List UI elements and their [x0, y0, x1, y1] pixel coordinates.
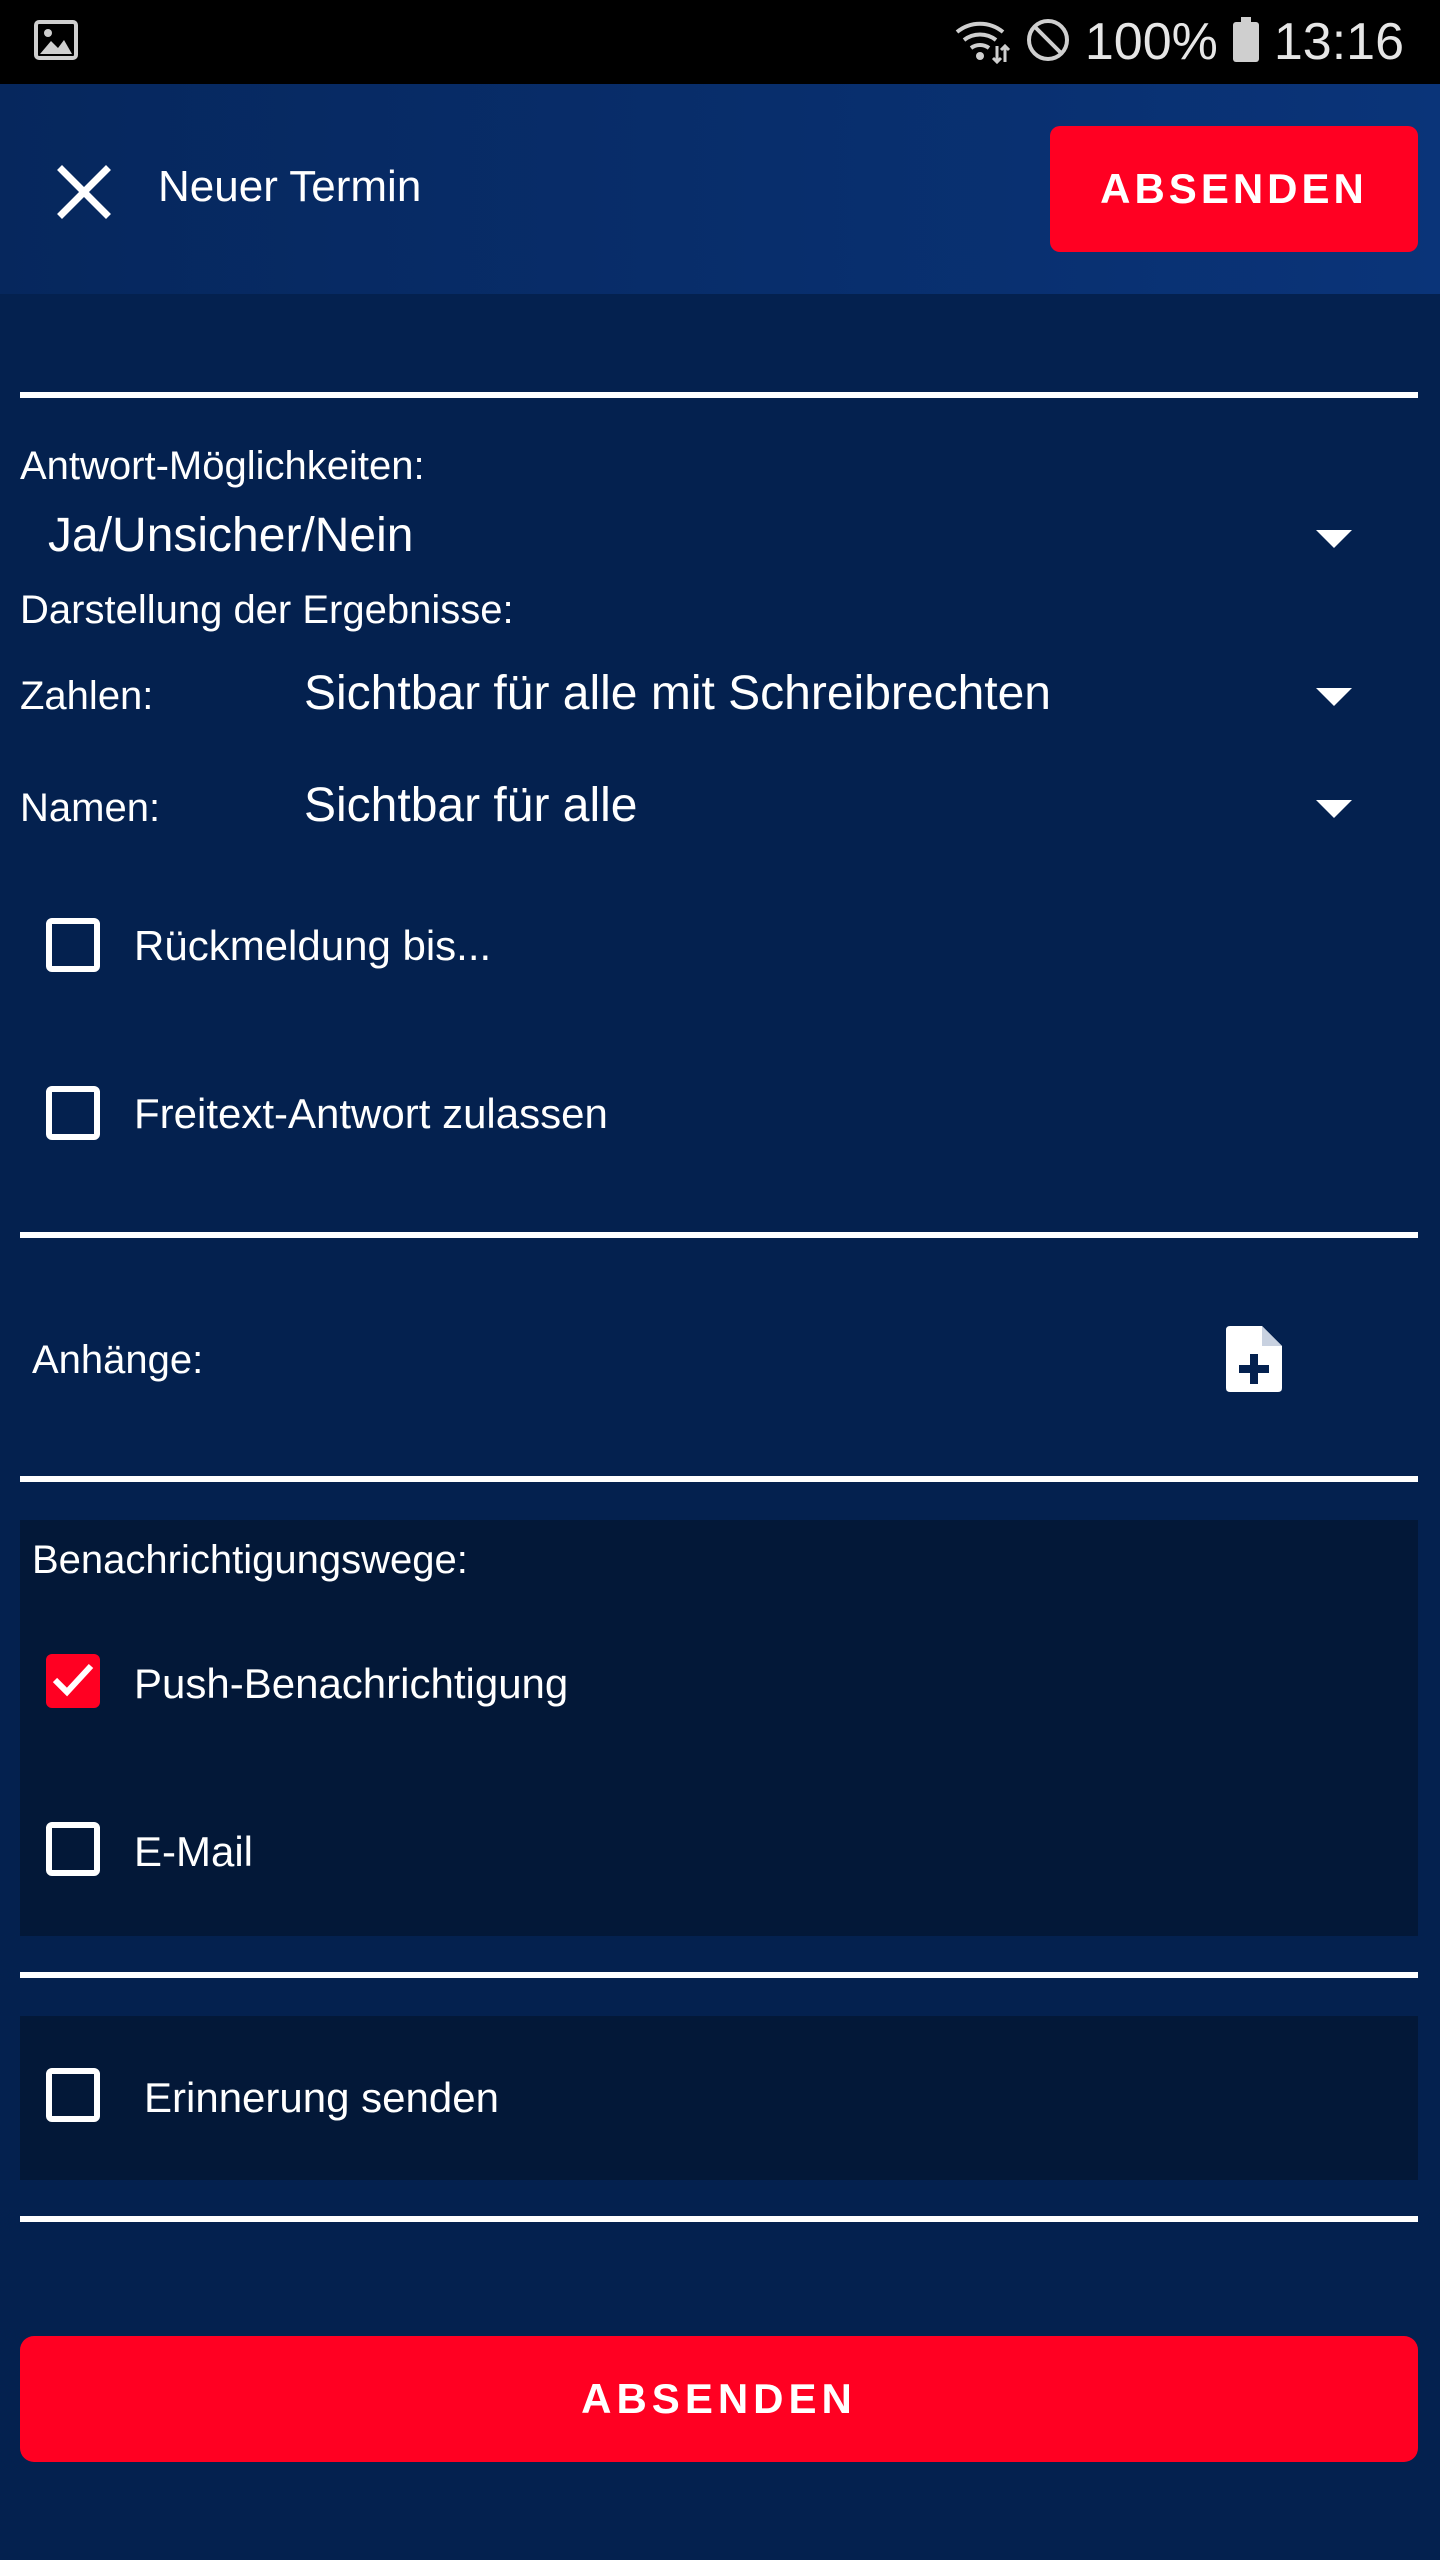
divider	[20, 1232, 1418, 1238]
freetext-label: Freitext-Antwort zulassen	[134, 1090, 608, 1137]
divider	[20, 392, 1418, 398]
divider	[20, 2216, 1418, 2222]
page-title: Neuer Termin	[158, 162, 422, 211]
answer-options-label: Antwort-Möglichkeiten:	[20, 444, 425, 488]
clock: 13:16	[1273, 13, 1404, 71]
chevron-down-icon	[1316, 530, 1352, 548]
close-icon[interactable]	[52, 160, 116, 224]
results-heading: Darstellung der Ergebnisse:	[20, 588, 514, 632]
battery-percent: 100%	[1084, 13, 1218, 71]
add-file-icon[interactable]	[1224, 1324, 1284, 1399]
reminder-checkbox[interactable]	[46, 2068, 100, 2122]
answer-options-value: Ja/Unsicher/Nein	[48, 509, 414, 562]
divider	[20, 1972, 1418, 1978]
deadline-label: Rückmeldung bis...	[134, 922, 492, 969]
names-select[interactable]: Sichtbar für alle	[300, 772, 1380, 848]
send-button-bottom[interactable]: ABSENDEN	[20, 2336, 1418, 2462]
push-label: Push-Benachrichtigung	[134, 1660, 569, 1707]
check-icon	[52, 1663, 94, 1697]
image-icon	[34, 20, 78, 65]
freetext-checkbox[interactable]	[46, 1086, 100, 1140]
divider	[20, 1476, 1418, 1482]
chevron-down-icon	[1316, 800, 1352, 818]
numbers-label: Zahlen:	[20, 674, 154, 718]
chevron-down-icon	[1316, 688, 1352, 706]
answer-options-select[interactable]: Ja/Unsicher/Nein	[20, 500, 1380, 576]
do-not-disturb-icon	[1025, 17, 1071, 68]
email-label: E-Mail	[134, 1828, 254, 1875]
numbers-select[interactable]: Sichtbar für alle mit Schreibrechten	[300, 660, 1380, 736]
wifi-icon	[953, 16, 1011, 69]
send-button-top[interactable]: ABSENDEN	[1050, 126, 1418, 252]
email-checkbox[interactable]	[46, 1822, 100, 1876]
battery-icon	[1232, 16, 1260, 68]
status-bar: 100% 13:16	[0, 0, 1440, 84]
app-bar: Neuer Termin ABSENDEN	[0, 84, 1440, 294]
notifications-heading: Benachrichtigungswege:	[32, 1538, 468, 1582]
names-label: Namen:	[20, 786, 161, 830]
reminder-label: Erinnerung senden	[144, 2074, 499, 2121]
push-checkbox[interactable]	[46, 1654, 100, 1708]
names-value: Sichtbar für alle	[304, 779, 638, 832]
numbers-value: Sichtbar für alle mit Schreibrechten	[304, 667, 1051, 720]
deadline-checkbox[interactable]	[46, 918, 100, 972]
attachments-label: Anhänge:	[32, 1338, 204, 1382]
